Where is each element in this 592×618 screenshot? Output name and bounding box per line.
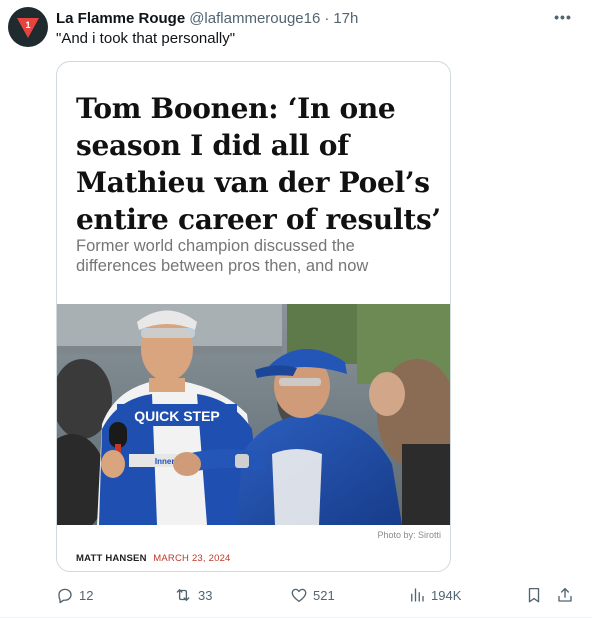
reply-button[interactable]: 12 xyxy=(56,584,93,606)
tweet-actions: 12 33 521 194K xyxy=(56,584,586,606)
reply-count: 12 xyxy=(79,587,94,603)
share-icon xyxy=(558,587,572,602)
article-card[interactable]: Tom Boonen: ‘In one season I did all of … xyxy=(56,61,451,572)
view-count: 194K xyxy=(431,587,462,603)
bookmark-button[interactable] xyxy=(525,584,543,606)
reply-icon xyxy=(58,588,72,604)
jersey-text: QUICK STEP xyxy=(134,408,220,424)
analytics-icon xyxy=(411,588,424,602)
more-options-icon[interactable]: ••• xyxy=(548,4,578,30)
share-button[interactable] xyxy=(556,584,574,606)
repost-button[interactable]: 33 xyxy=(173,584,212,606)
author-handle[interactable]: @laflammerouge16 xyxy=(189,10,320,27)
flamme-rouge-logo-icon: 1 xyxy=(17,18,39,38)
article-subhead: Former world champion discussed the diff… xyxy=(76,237,369,275)
byline-author: MATT HANSEN xyxy=(76,553,147,564)
tweet-timestamp[interactable]: 17h xyxy=(333,10,358,27)
like-button[interactable]: 521 xyxy=(290,584,335,606)
repost-count: 33 xyxy=(198,587,213,603)
bookmark-icon xyxy=(528,587,540,603)
article-byline: MATT HANSEN MARCH 23, 2024 xyxy=(76,553,231,564)
repost-icon xyxy=(176,589,190,601)
author-name[interactable]: La Flamme Rouge xyxy=(56,10,185,27)
tweet-text: "And i took that personally" xyxy=(56,30,236,47)
views-button[interactable]: 194K xyxy=(408,584,461,606)
author-avatar[interactable]: 1 xyxy=(8,7,48,47)
like-count: 521 xyxy=(313,587,335,603)
heart-icon xyxy=(291,588,307,603)
tweet-header: La Flamme Rouge @laflammerouge16 · 17h xyxy=(56,8,358,28)
article-photo: QUICK STEP Innergetic xyxy=(57,304,450,525)
avatar-logo-text: 1 xyxy=(25,20,30,30)
byline-date: MARCH 23, 2024 xyxy=(153,553,231,564)
header-separator: · xyxy=(324,9,330,27)
article-headline: Tom Boonen: ‘In one season I did all of … xyxy=(76,92,441,236)
photo-credit: Photo by: Sirotti xyxy=(377,530,441,540)
